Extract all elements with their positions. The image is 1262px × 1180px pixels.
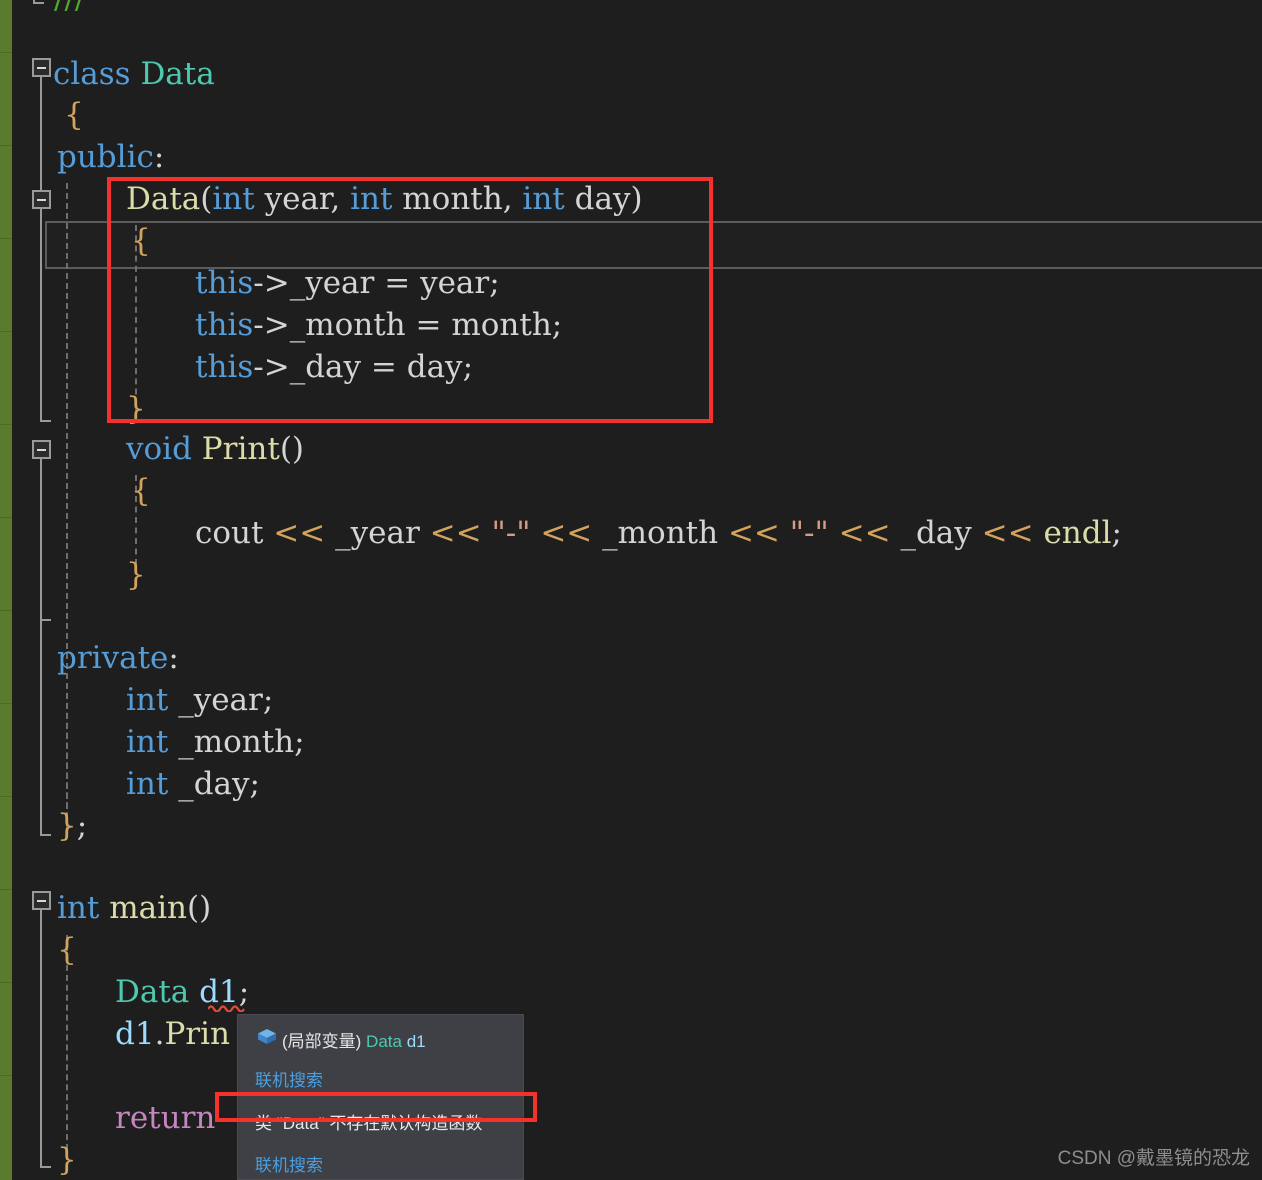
code-line-constructor-sig: Data(int year, int month, int day): [126, 181, 643, 217]
code-line-constructor-open-brace: {: [131, 223, 151, 259]
code-line-assign-month: this->_month = month;: [195, 307, 563, 343]
code-line-main-close-brace: }: [57, 1142, 77, 1178]
code-line-d1-print: d1.Prin: [115, 1016, 230, 1052]
tooltip-online-search-link-2[interactable]: 联机搜索: [255, 1151, 323, 1176]
code-line-field-year: int _year;: [126, 682, 274, 718]
code-editor-surface[interactable]: /// class Data { public: Data(int year, …: [12, 0, 1262, 1180]
tooltip-signature: (局部变量) Data d1: [282, 1032, 426, 1051]
code-line-print-close-brace: }: [126, 557, 146, 593]
code-line-field-day: int _day;: [126, 766, 260, 802]
code-line-constructor-close-brace: }: [126, 391, 146, 427]
code-line-class-data: class Data: [53, 56, 215, 92]
code-text-layer[interactable]: /// class Data { public: Data(int year, …: [12, 0, 1262, 1180]
code-line-main-open-brace: {: [57, 932, 77, 968]
local-variable-box-icon: [256, 1027, 278, 1047]
code-line-cout: cout << _year << "-" << _month << "-" <<…: [195, 515, 1122, 551]
change-indicator-bar: [0, 0, 12, 1180]
tooltip-online-search-link-1[interactable]: 联机搜索: [255, 1066, 323, 1091]
code-line-class-open-brace: {: [64, 97, 84, 133]
tooltip-error-message: 类 "Data" 不存在默认构造函数: [255, 1114, 483, 1133]
code-line-public: public:: [57, 139, 165, 175]
code-line-print-sig: void Print(): [126, 431, 305, 467]
quick-info-tooltip[interactable]: (局部变量) Data d1 联机搜索 类 "Data" 不存在默认构造函数 联…: [237, 1014, 524, 1180]
code-line-int-main: int main(): [57, 890, 212, 926]
code-line-field-month: int _month;: [126, 724, 305, 760]
editor-screenshot: /// class Data { public: Data(int year, …: [0, 0, 1262, 1180]
code-line-print-open-brace: {: [131, 473, 151, 509]
code-line-private: private:: [57, 640, 179, 676]
code-line-class-close: };: [57, 808, 88, 844]
code-line-return: return: [115, 1100, 216, 1136]
code-line-assign-day: this->_day = day;: [195, 349, 474, 385]
code-line-0: ///: [54, 0, 85, 20]
csdn-watermark: CSDN @戴墨镜的恐龙: [1057, 1148, 1250, 1169]
code-line-assign-year: this->_year = year;: [195, 265, 500, 301]
error-squiggle-d1: [208, 1004, 248, 1012]
